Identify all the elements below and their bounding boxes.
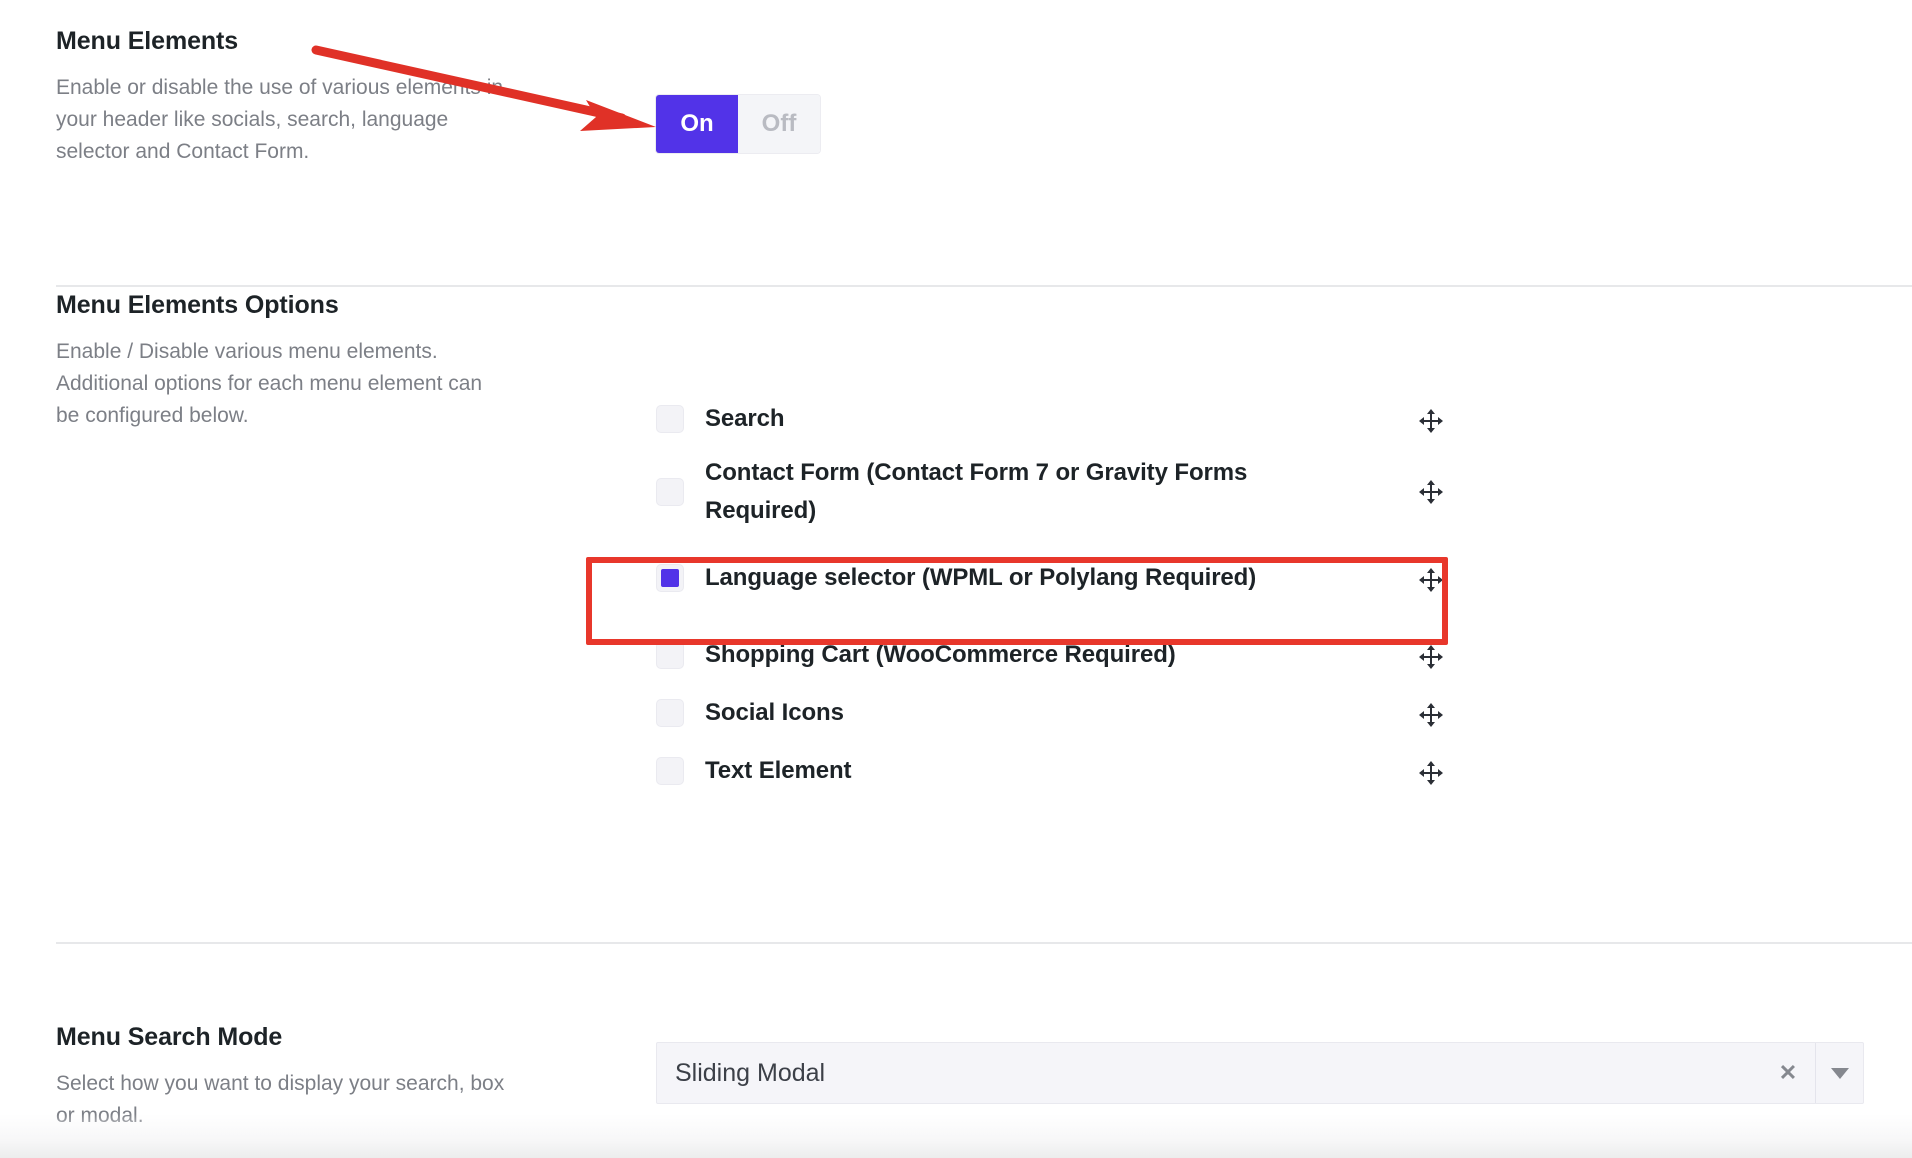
checkbox-contact-form[interactable] [656,478,684,506]
chevron-down-icon[interactable] [1815,1043,1863,1103]
select-selected-value: Sliding Modal [657,1061,1761,1086]
list-item[interactable]: Social Icons [656,684,1448,742]
list-item[interactable]: Text Element [656,742,1448,800]
page-title-menu-search-mode: Menu Search Mode [56,1022,576,1052]
menu-elements-toggle[interactable]: On Off [656,95,820,153]
list-item[interactable]: Search [656,390,1448,448]
drag-move-icon[interactable] [1414,698,1448,732]
menu-elements-options-list: Search Contact Form (Contact Form 7 or G… [656,390,1456,800]
page-title-menu-elements: Menu Elements [56,26,576,56]
page-title-menu-elements-options: Menu Elements Options [56,290,576,320]
checkbox-language-selector[interactable] [656,564,684,592]
bottom-fade-gradient [0,1114,1912,1158]
checkbox-wrapper-contact-form [656,478,684,506]
checkbox-wrapper-search [656,405,684,433]
divider-1 [56,285,1912,287]
drag-move-icon[interactable] [1414,563,1448,597]
section-menu-elements-description: Enable or disable the use of various ele… [56,72,508,168]
section-menu-elements-options-description: Enable / Disable various menu elements. … [56,336,508,432]
divider-2 [56,942,1912,944]
toggle-option-off[interactable]: Off [738,95,820,153]
list-item-label: Social Icons [705,694,844,732]
list-item-label: Text Element [705,752,851,790]
checkbox-search[interactable] [656,405,684,433]
checkbox-wrapper-language-selector [656,564,684,592]
drag-move-icon[interactable] [1414,404,1448,438]
drag-move-icon[interactable] [1414,475,1448,509]
section-menu-elements-description-column: Menu Elements Enable or disable the use … [0,26,600,168]
checkbox-social-icons[interactable] [656,699,684,727]
checkbox-text-element[interactable] [656,757,684,785]
checkbox-wrapper-text-element [656,757,684,785]
section-menu-elements: Menu Elements Enable or disable the use … [0,26,1912,168]
section-menu-elements-options-description-column: Menu Elements Options Enable / Disable v… [0,290,600,432]
settings-page: Menu Elements Enable or disable the use … [0,0,1912,1158]
list-item[interactable]: Language selector (WPML or Polylang Requ… [656,536,1448,620]
list-item[interactable]: Contact Form (Contact Form 7 or Gravity … [656,448,1448,536]
checkbox-wrapper-shopping-cart [656,641,684,669]
checkbox-shopping-cart[interactable] [656,641,684,669]
list-item-label: Search [705,400,784,438]
close-x-icon[interactable]: ✕ [1761,1060,1815,1086]
toggle-option-on[interactable]: On [656,95,738,153]
drag-move-icon[interactable] [1414,640,1448,674]
caret-shape [1831,1068,1849,1079]
menu-search-mode-select[interactable]: Sliding Modal ✕ [656,1042,1864,1104]
list-item-label: Language selector (WPML or Polylang Requ… [705,559,1256,597]
list-item[interactable]: Shopping Cart (WooCommerce Required) [656,626,1448,684]
list-item-label: Contact Form (Contact Form 7 or Gravity … [705,454,1265,530]
checkbox-wrapper-social-icons [656,699,684,727]
drag-move-icon[interactable] [1414,756,1448,790]
list-item-label: Shopping Cart (WooCommerce Required) [705,636,1176,674]
